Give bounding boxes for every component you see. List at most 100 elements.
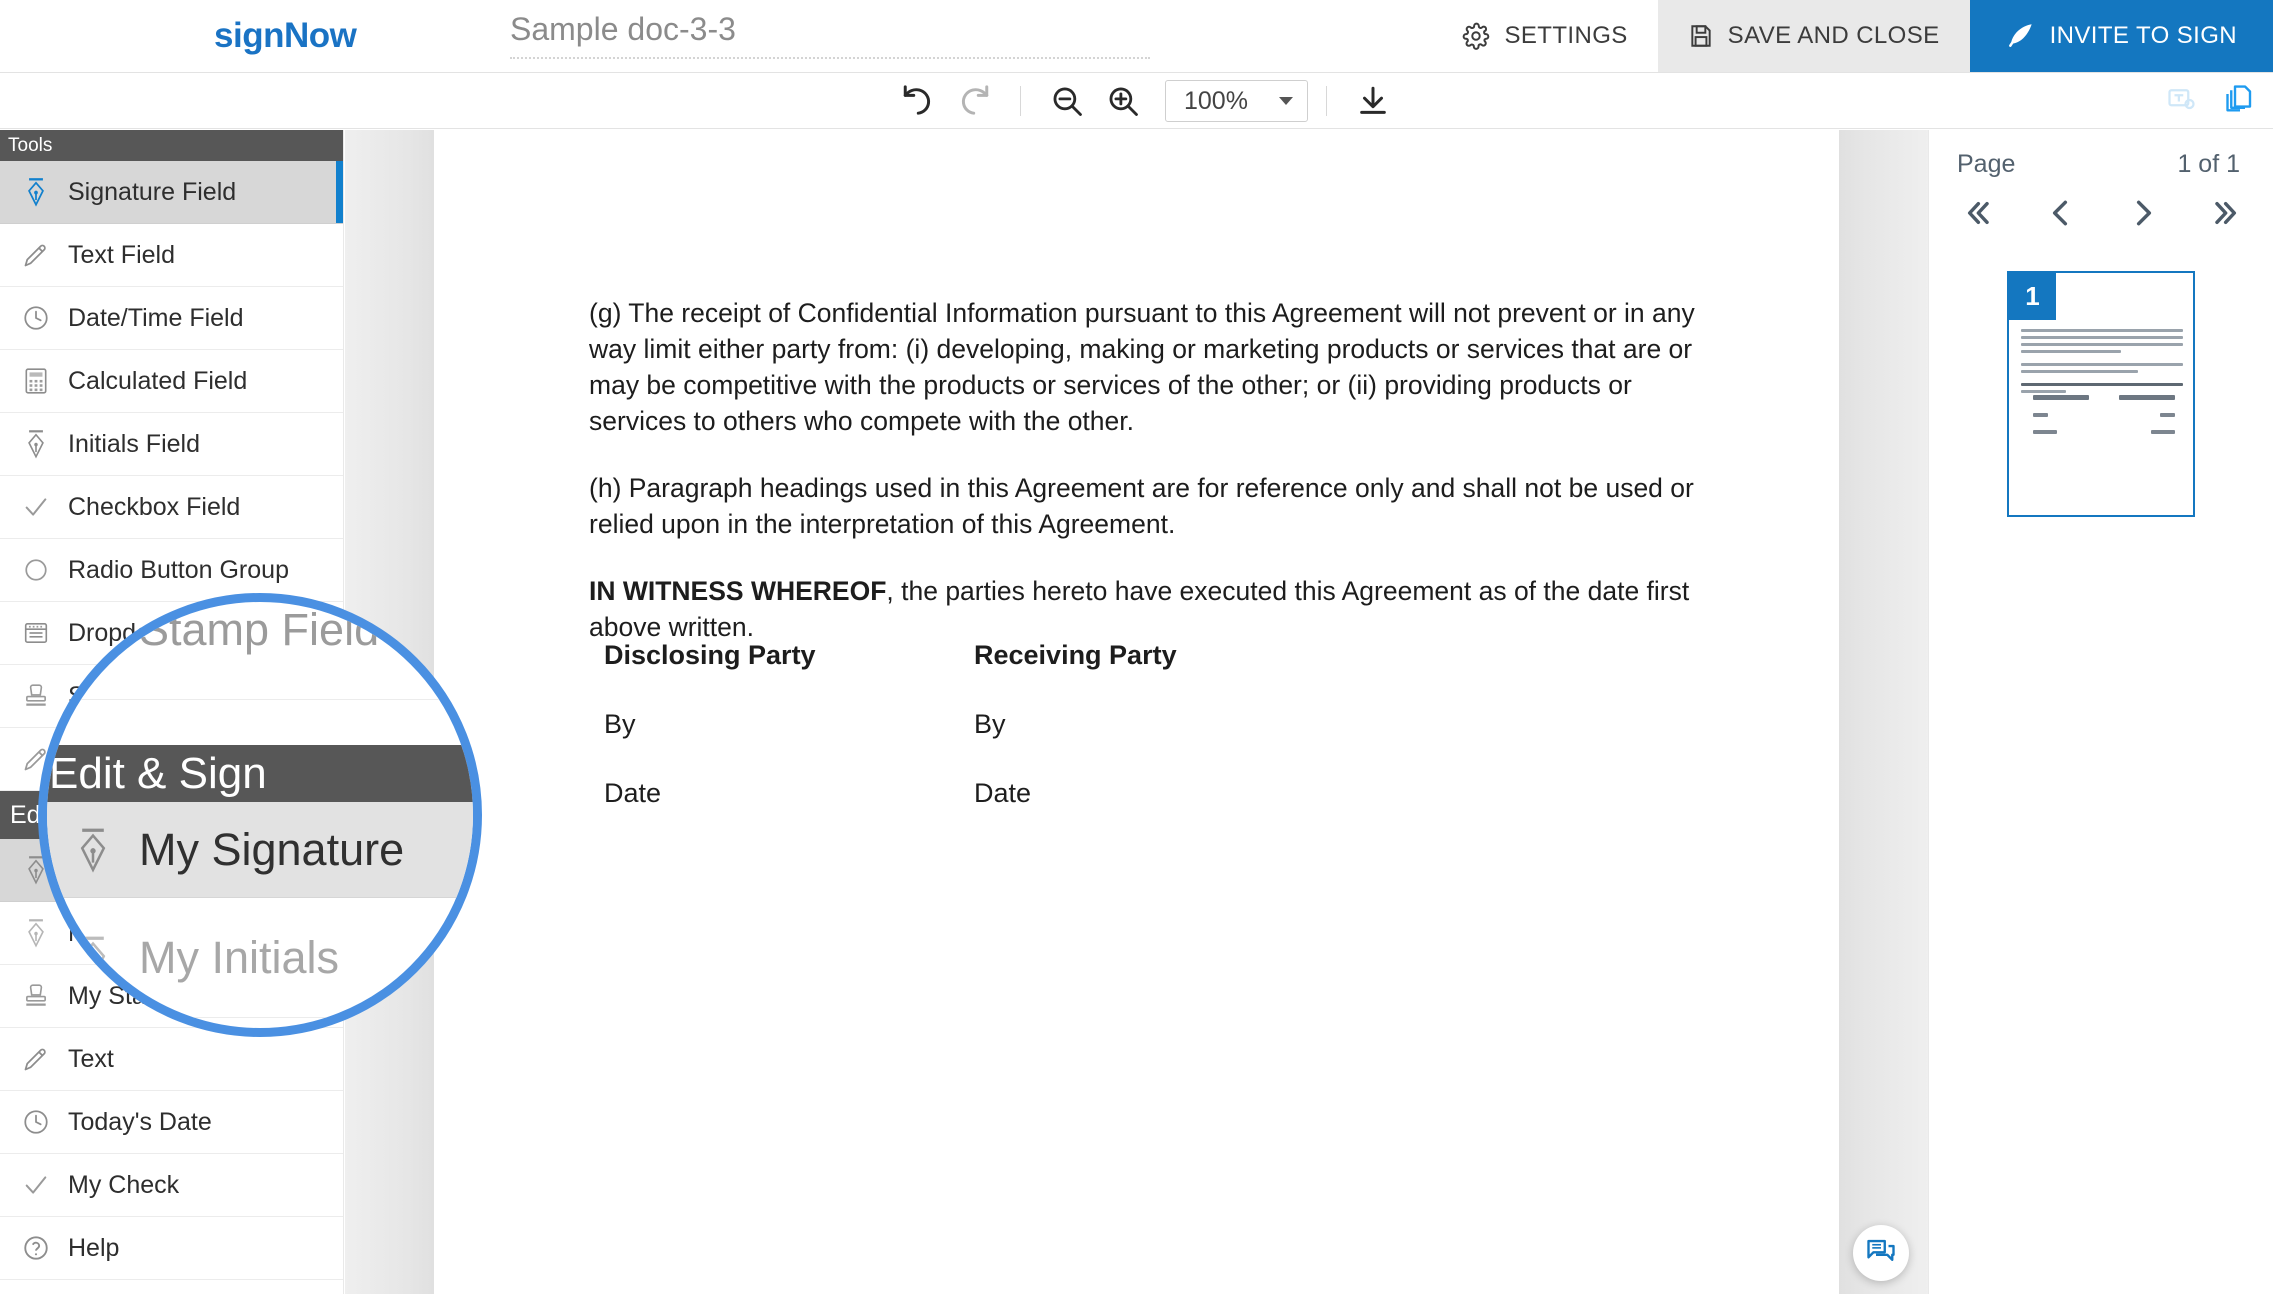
sidebar-item-label: Date/Time Field <box>68 304 244 333</box>
sidebar-item-label: Radio Button Group <box>68 556 289 585</box>
page-navigator-panel: Page 1 of 1 <box>1928 130 2273 1294</box>
magnifier-loupe: Stamp Field Edit & Sign My Signature <box>38 593 482 1037</box>
invite-to-sign-button[interactable]: INVITE TO SIGN <box>1970 0 2273 72</box>
save-disk-icon <box>1688 23 1714 49</box>
redo-button[interactable] <box>946 73 1002 129</box>
page-navigator-header: Page 1 of 1 <box>1929 130 2273 179</box>
document-paragraph-g: (g) The receipt of Confidential Informat… <box>589 295 1699 439</box>
zoom-level-select[interactable]: 100% <box>1165 80 1308 122</box>
magnified-section-label: Edit & Sign <box>49 749 267 799</box>
sidebar-item-help[interactable]: Help <box>0 1217 343 1280</box>
sidebar-item-radio-button-group[interactable]: Radio Button Group <box>0 539 343 602</box>
magnified-item-label: My Signature <box>139 824 404 876</box>
gear-icon <box>1462 22 1490 50</box>
magnified-item-my-signature[interactable]: My Signature <box>47 802 482 898</box>
chevron-left-icon[interactable] <box>2044 197 2076 233</box>
thumbnail-signature-preview <box>2033 395 2175 447</box>
chevron-double-right-icon[interactable] <box>2211 197 2243 233</box>
sidebar-item-label: Signature Field <box>68 178 236 207</box>
magnifier-content: Stamp Field Edit & Sign My Signature <box>47 602 482 1037</box>
stamp-icon <box>75 605 111 655</box>
sidebar-item-label: Initials Field <box>68 430 200 459</box>
sidebar-item-label: My Check <box>68 1171 179 1200</box>
check-icon <box>18 1171 54 1199</box>
document-paragraph-witness: IN WITNESS WHEREOF, the parties hereto h… <box>589 573 1699 645</box>
sidebar-item-text-field[interactable]: Text Field <box>0 224 343 287</box>
chevron-double-left-icon[interactable] <box>1961 197 1993 233</box>
text-settings-icon[interactable] <box>2167 84 2197 119</box>
toolbar-divider-2 <box>1326 86 1327 116</box>
sidebar-item-label: Help <box>68 1234 119 1263</box>
sidebar-item-calculated-field[interactable]: Calculated Field <box>0 350 343 413</box>
disclosing-date-label: Date <box>604 778 974 809</box>
document-page[interactable]: (g) The receipt of Confidential Informat… <box>434 130 1839 1294</box>
sidebar-item-signature-field[interactable]: Signature Field <box>0 161 343 224</box>
document-title-field[interactable]: Sample doc-3-3 <box>510 11 1150 59</box>
pencil-icon <box>18 1045 54 1073</box>
save-and-close-label: SAVE AND CLOSE <box>1728 22 1940 50</box>
header-actions: SETTINGS SAVE AND CLOSE <box>1432 0 2273 72</box>
thumbnail-text-preview <box>2021 315 2183 397</box>
clock-icon <box>18 1108 54 1136</box>
sidebar-item-label: Checkbox Field <box>68 493 240 522</box>
settings-label: SETTINGS <box>1504 22 1627 50</box>
magnified-item-my-initials[interactable]: My Initials <box>47 898 482 1018</box>
chat-support-button[interactable] <box>1853 1225 1909 1281</box>
circle-icon <box>18 557 54 583</box>
chevron-down-icon <box>1279 97 1293 105</box>
pen-nib-icon <box>18 177 54 207</box>
signnow-logo[interactable]: signNow <box>214 16 356 56</box>
chat-bubble-icon <box>1866 1236 1896 1271</box>
pen-nib-icon <box>18 429 54 459</box>
settings-button[interactable]: SETTINGS <box>1432 0 1657 72</box>
disclosing-by-label: By <box>604 709 974 740</box>
calculator-icon <box>18 367 54 395</box>
sidebar-item-label: Text <box>68 1045 114 1074</box>
zoom-level-value: 100% <box>1184 87 1248 116</box>
sidebar-item-initials-field[interactable]: Initials Field <box>0 413 343 476</box>
sidebar-item-label: Text Field <box>68 241 175 270</box>
receiving-party-label: Receiving Party <box>974 640 1344 671</box>
sidebar-item-label: Today's Date <box>68 1108 212 1137</box>
signature-block: Disclosing Party Receiving Party By By D… <box>604 640 1604 847</box>
pen-nib-icon <box>75 932 111 984</box>
page-label: Page <box>1957 150 2015 179</box>
editor-toolbar: 100% <box>0 73 2273 129</box>
receiving-date-label: Date <box>974 778 1344 809</box>
download-button[interactable] <box>1345 73 1401 129</box>
magnified-item-stamp-field[interactable]: Stamp Field <box>47 593 482 700</box>
sidebar-item-label: Calculated Field <box>68 367 247 396</box>
signature-party-row: Disclosing Party Receiving Party <box>604 640 1604 671</box>
disclosing-party-label: Disclosing Party <box>604 640 974 671</box>
tools-sidebar-header: Tools <box>0 130 343 161</box>
witness-bold-text: IN WITNESS WHEREOF <box>589 576 886 606</box>
invite-to-sign-label: INVITE TO SIGN <box>2050 22 2237 50</box>
document-viewport: (g) The receipt of Confidential Informat… <box>345 130 1928 1294</box>
document-text: (g) The receipt of Confidential Informat… <box>589 295 1699 676</box>
magnified-section-edit-and-sign: Edit & Sign <box>47 745 482 802</box>
app-header: signNow Sample doc-3-3 SETTINGS <box>0 0 2273 73</box>
page-thumbnail[interactable]: 1 <box>2007 271 2195 517</box>
check-icon <box>18 493 54 521</box>
document-title[interactable]: Sample doc-3-3 <box>510 11 1150 57</box>
chevron-right-icon[interactable] <box>2128 197 2160 233</box>
sidebar-item-checkbox-field[interactable]: Checkbox Field <box>0 476 343 539</box>
quill-icon <box>2006 21 2036 51</box>
signature-date-row: Date Date <box>604 778 1604 809</box>
sidebar-item-date-time-field[interactable]: Date/Time Field <box>0 287 343 350</box>
document-title-underline <box>510 57 1150 59</box>
undo-button[interactable] <box>890 73 946 129</box>
magnified-item-label: My Initials <box>139 932 339 984</box>
page-count: 1 of 1 <box>2177 150 2240 179</box>
clock-icon <box>18 304 54 332</box>
pages-icon[interactable] <box>2225 84 2255 119</box>
zoom-in-button[interactable] <box>1095 73 1151 129</box>
save-and-close-button[interactable]: SAVE AND CLOSE <box>1658 0 1970 72</box>
sidebar-item-todays-date[interactable]: Today's Date <box>0 1091 343 1154</box>
signature-by-row: By By <box>604 709 1604 740</box>
help-icon <box>18 1234 54 1262</box>
sidebar-item-my-check[interactable]: My Check <box>0 1154 343 1217</box>
sidebar-item-text[interactable]: Text <box>0 1028 343 1091</box>
pencil-icon <box>18 241 54 269</box>
zoom-out-button[interactable] <box>1039 73 1095 129</box>
